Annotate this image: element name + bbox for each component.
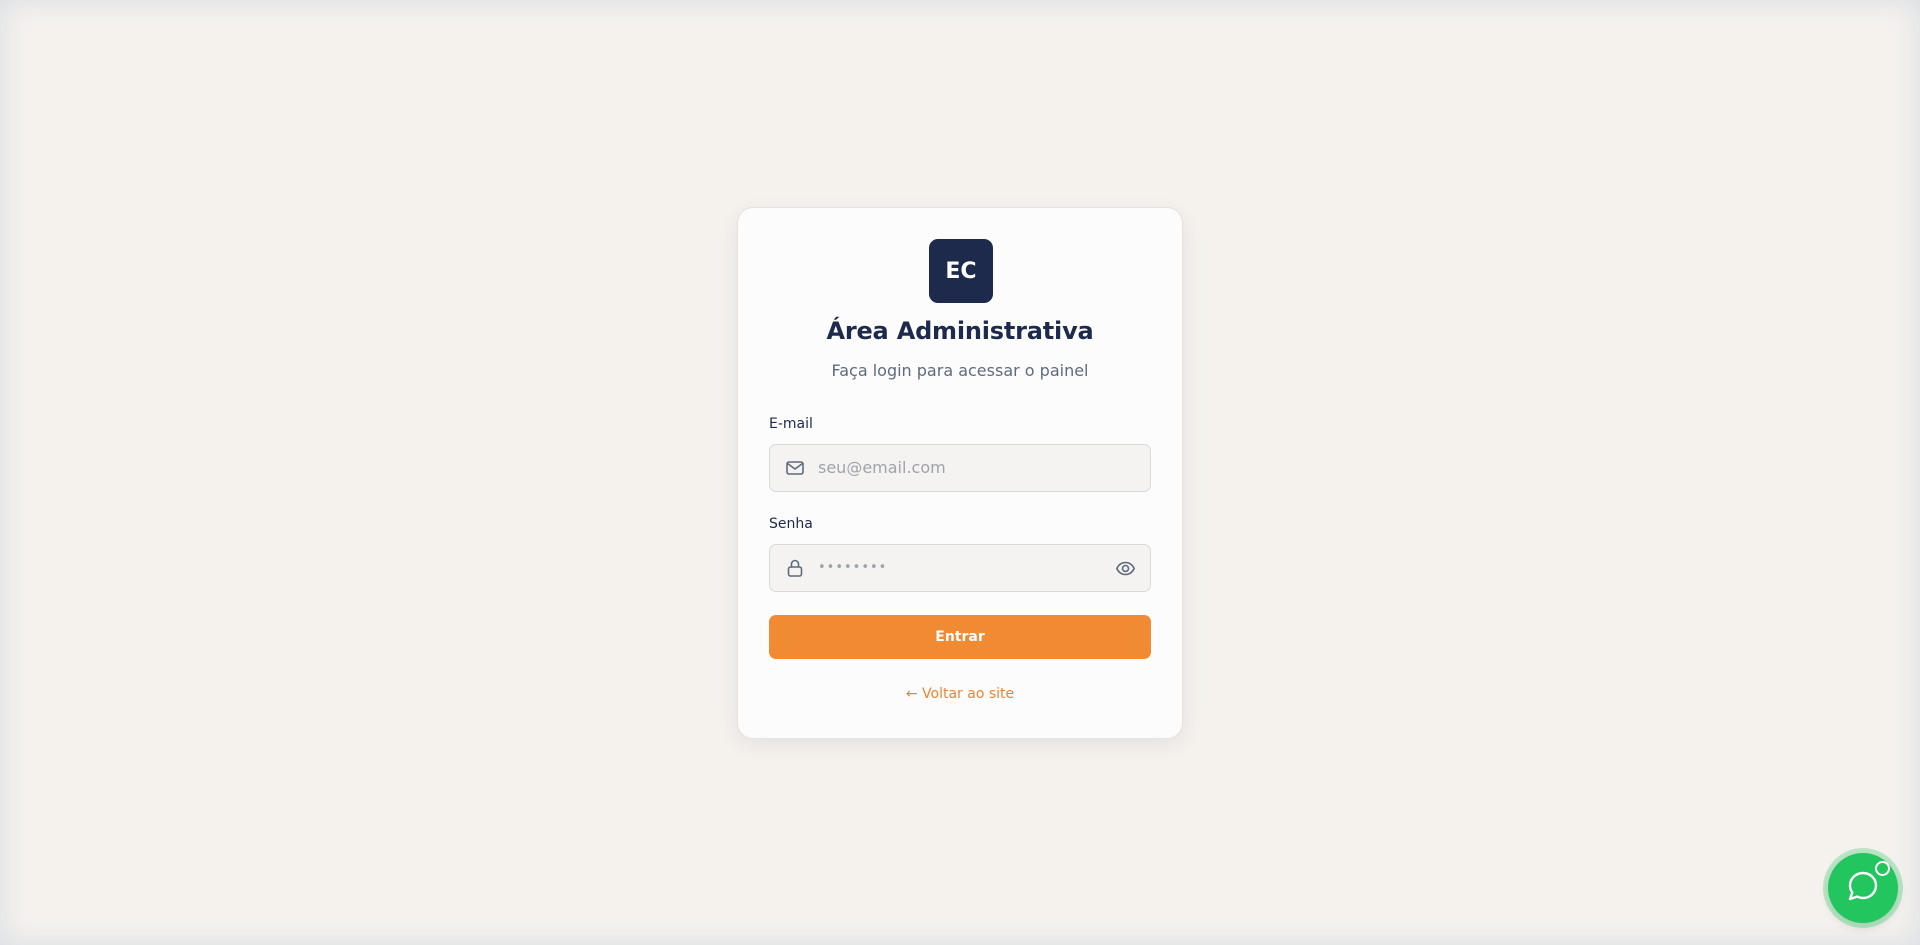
logo-text: EC — [945, 258, 977, 284]
email-placeholder: seu@email.com — [818, 458, 946, 477]
eye-icon[interactable] — [1115, 558, 1136, 579]
login-button-label: Entrar — [935, 629, 985, 645]
login-card: EC Área Administrativa Faça login para a… — [737, 207, 1183, 739]
page-title: Área Administrativa — [826, 317, 1094, 345]
mail-icon — [785, 458, 805, 478]
chat-bubble-icon — [1846, 869, 1880, 907]
email-label: E-mail — [769, 416, 813, 432]
password-placeholder: •••••••• — [818, 560, 888, 575]
page-subtitle: Faça login para acessar o painel — [831, 361, 1089, 380]
password-field[interactable]: •••••••• — [769, 544, 1151, 592]
logo-badge: EC — [929, 239, 993, 303]
lock-icon — [785, 558, 805, 578]
email-field[interactable]: seu@email.com — [769, 444, 1151, 492]
chat-online-indicator — [1875, 861, 1890, 876]
back-to-site-link[interactable]: ← Voltar ao site — [738, 686, 1182, 702]
login-button[interactable]: Entrar — [769, 615, 1151, 659]
password-label: Senha — [769, 516, 813, 532]
